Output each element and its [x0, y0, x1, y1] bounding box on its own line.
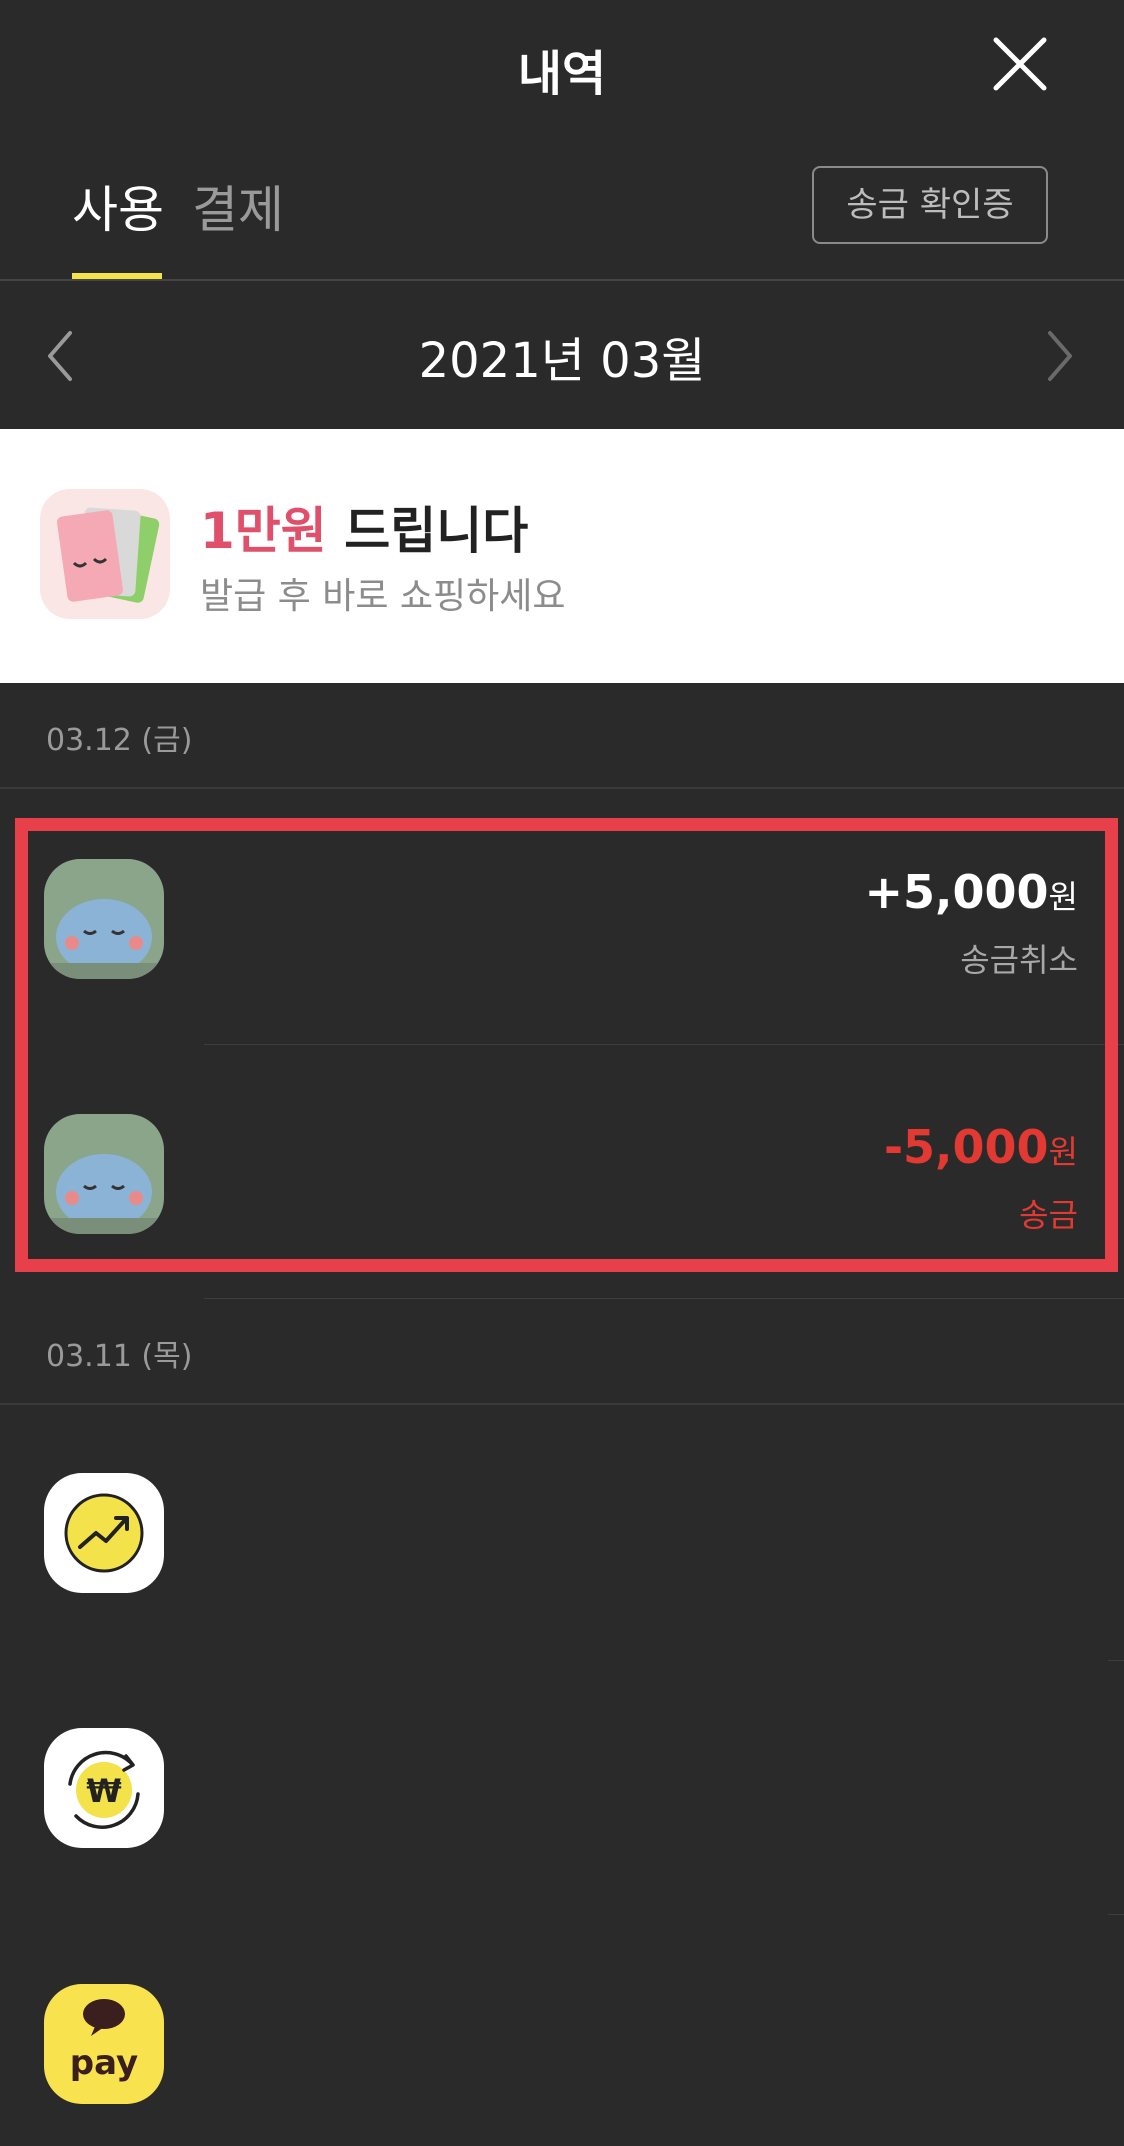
svg-text:₩: ₩ [86, 1772, 121, 1810]
amount-value: -5,000 [883, 1120, 1049, 1174]
month-navigator: 2021년 03월 [0, 281, 1124, 429]
transaction-row[interactable]: +5,000원 송금취소 [0, 789, 1124, 1044]
page-title: 내역 [517, 46, 607, 102]
transaction-row[interactable]: pay [0, 1914, 1124, 2146]
transaction-row[interactable]: ₩ [0, 1660, 1124, 1915]
month-label: 2021년 03월 [418, 333, 706, 389]
tab-payment[interactable]: 결제 [192, 170, 284, 281]
next-month-button[interactable] [1034, 321, 1084, 391]
avatar [44, 859, 164, 979]
card-promo-illustration [40, 489, 170, 619]
transaction-row[interactable]: -5,000원 송금 [0, 1044, 1124, 1299]
top-bar: 내역 [0, 0, 1124, 130]
banner-title: 1만원 드립니다 [200, 491, 528, 563]
date-label: 03.12 (금) [46, 723, 193, 758]
chevron-right-icon [1048, 331, 1072, 381]
close-button[interactable] [990, 34, 1050, 94]
transaction-amount: -5,000원 [884, 1120, 1078, 1174]
date-header: 03.11 (목) [0, 1299, 1124, 1405]
date-label: 03.11 (목) [46, 1339, 193, 1374]
transaction-type: 송금 [1019, 1196, 1078, 1234]
svg-text:pay: pay [70, 2043, 138, 2083]
close-icon [993, 37, 1047, 91]
transaction-amount: +5,000원 [865, 865, 1079, 919]
amount-value: +5,000 [864, 865, 1049, 919]
avatar [44, 1114, 164, 1234]
won-exchange-icon: ₩ [44, 1728, 164, 1848]
tab-usage[interactable]: 사용 [72, 170, 164, 281]
investment-icon [44, 1473, 164, 1593]
kakao-pay-icon: pay [44, 1984, 164, 2104]
transaction-row[interactable] [0, 1405, 1124, 1660]
tab-bar: 사용 결제 송금 확인증 [0, 150, 1124, 281]
banner-title-highlight: 1만원 [200, 502, 327, 560]
banner-title-rest: 드립니다 [326, 502, 529, 560]
active-tab-indicator [72, 273, 162, 279]
amount-unit: 원 [1048, 1133, 1078, 1171]
transaction-type: 송금취소 [960, 941, 1078, 979]
transfer-certificate-button[interactable]: 송금 확인증 [812, 166, 1048, 244]
amount-unit: 원 [1048, 878, 1078, 916]
promo-banner[interactable]: 1만원 드립니다 발급 후 바로 쇼핑하세요 [0, 429, 1124, 683]
banner-subtitle: 발급 후 바로 쇼핑하세요 [200, 576, 566, 617]
date-header: 03.12 (금) [0, 683, 1124, 789]
